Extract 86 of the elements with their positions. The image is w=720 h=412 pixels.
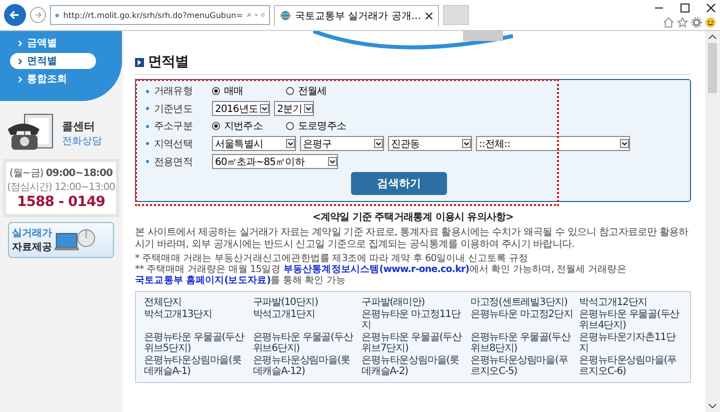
complex-link[interactable]: 은평뉴타운 우물골(두산위브4단지) bbox=[579, 309, 682, 331]
complex-link[interactable]: 은평뉴타운상림마을(푸르지오C-6) bbox=[579, 355, 682, 377]
close-icon[interactable] bbox=[706, 2, 716, 12]
dropdown-arrow-icon[interactable] bbox=[374, 139, 383, 148]
bullet-icon bbox=[146, 107, 149, 110]
browser-tab[interactable]: 국토교통부 실거래가 공개... bbox=[274, 4, 439, 26]
forward-arrow-icon bbox=[33, 10, 43, 20]
complex-link[interactable]: 은평뉴타운상림마을(푸르지오C-5) bbox=[470, 355, 574, 377]
complex-link[interactable]: 은평뉴타운 우물골(두산위브8단지) bbox=[470, 332, 574, 354]
data-download-banner[interactable]: 실거래가 자료제공 bbox=[8, 222, 114, 258]
form-label: 거래유형 bbox=[154, 85, 192, 98]
back-button[interactable] bbox=[4, 4, 26, 26]
notice-paragraph: 본 사이트에서 제공하는 실거래가 자료는 계약일 기준 자료로, 통계자료 활용시에는 수치가 왜곡될 수 있으니 참고자료로만 활용하시기 바라며, 외부 공개시에는 반드시 신고일 기준으로 집계되는 공식통계를 이용하여 주시기 바랍니다. bbox=[135, 227, 690, 251]
scrollbar-thumb[interactable] bbox=[708, 43, 717, 93]
complex-link[interactable]: 은평뉴타운상림마을(롯데캐슬A-12) bbox=[252, 355, 356, 377]
bullet-icon bbox=[146, 160, 149, 163]
title-bullet-icon bbox=[135, 58, 144, 66]
complex-link[interactable]: 은평뉴타운상림마을(롯데캐슬A-1) bbox=[144, 355, 247, 377]
chevron-icon bbox=[18, 58, 23, 64]
complex-link[interactable]: 박석고개1단지 bbox=[252, 309, 356, 331]
complex-link[interactable]: 은평뉴타운 우물골(두산위브6단지) bbox=[252, 332, 356, 354]
radio-label: 매매 bbox=[224, 85, 244, 98]
dropdown-select[interactable]: 서울특별시 bbox=[212, 136, 296, 151]
notice-note: * 주택매매 거래는 부동산거래신고에관한법률 제3조에 따라 계약 후 60일이내 신고토록 규정 bbox=[135, 253, 530, 264]
dropdown-arrow-icon[interactable] bbox=[260, 104, 270, 113]
chevron-icon bbox=[18, 76, 23, 82]
call-center-title: 콜센터 bbox=[62, 118, 96, 134]
search-button[interactable]: 검색하기 bbox=[351, 172, 447, 195]
dropdown-arrow-icon[interactable] bbox=[304, 104, 314, 113]
dropdown-select[interactable]: 2016년도 bbox=[212, 101, 270, 116]
close-tab-icon[interactable] bbox=[424, 12, 433, 20]
form-label: 지역선택 bbox=[154, 138, 192, 150]
phone-number: 1588 - 0149 bbox=[17, 194, 105, 210]
dropdown-select[interactable]: 은평구 bbox=[300, 136, 384, 151]
complex-link[interactable]: 은평뉴타운기자촌11단지 bbox=[579, 332, 682, 354]
radio-button[interactable] bbox=[212, 122, 220, 130]
complex-link[interactable]: 박석고개13단지 bbox=[144, 309, 247, 331]
scroll-down-icon[interactable] bbox=[708, 403, 717, 409]
complex-link[interactable]: 마고정(센트레빌3단지) bbox=[470, 297, 574, 308]
page-title: 면적별 bbox=[148, 53, 189, 71]
bullet-icon bbox=[146, 124, 149, 128]
dropdown-select[interactable]: 60㎡초과~85㎡이하 bbox=[212, 154, 338, 169]
notice-link[interactable]: 국토교통부 홈페이지(보도자료) bbox=[135, 275, 271, 286]
form-label: 주소구분 bbox=[154, 120, 192, 133]
page-icon bbox=[280, 10, 291, 21]
scrollbar[interactable] bbox=[705, 31, 720, 412]
complex-link[interactable]: 은평뉴타운상림마을(롯데캐슬A-2) bbox=[362, 355, 464, 377]
maximize-icon[interactable] bbox=[680, 2, 690, 12]
complex-link[interactable]: 은평뉴타운 우물골(두산위브7단지) bbox=[362, 332, 464, 354]
complex-link[interactable]: 구파발(10단지) bbox=[252, 297, 356, 308]
sidebar-menu-item[interactable]: 면적별 bbox=[10, 53, 96, 69]
dropdown-arrow-icon[interactable] bbox=[620, 139, 629, 148]
form-label: 기준년도 bbox=[154, 102, 192, 116]
notice-note: ** 주택매매 거래량은 매월 15일경 부동산통계정보시스템(www.r-one.co.kr)에서 확인 가능하며, 전월세 거래량은 국토교통부 홈페이지(보도자료)를 통해 확인 가능 bbox=[135, 264, 628, 286]
radio-label: 지번주소 bbox=[224, 120, 262, 133]
chevron-icon bbox=[18, 40, 23, 46]
radio-label: 도로명주소 bbox=[298, 120, 346, 133]
bullet-icon bbox=[146, 142, 149, 145]
home-icon[interactable] bbox=[663, 16, 674, 28]
bullet-icon bbox=[146, 90, 149, 92]
star-icon[interactable] bbox=[677, 16, 688, 28]
dropdown-arrow-icon[interactable] bbox=[328, 157, 337, 166]
complex-link[interactable]: 은평뉴타운 마고정2단지 bbox=[470, 309, 574, 331]
notice-link[interactable]: 부동산통계정보시스템(www.r-one.co.kr) bbox=[283, 264, 470, 275]
form-label: 전용면적 bbox=[154, 156, 192, 168]
business-hours: (월~금) 09:00~18:00 bbox=[10, 167, 112, 180]
address-bar[interactable]: http://rt.molit.go.kr/srh/srh.do?menuGubun= bbox=[50, 5, 270, 25]
complex-link[interactable]: 은평뉴타운 마고정11단지 bbox=[362, 309, 464, 331]
notice-title: <계약일 기준 주택거래통계 이용시 유의사항> bbox=[311, 211, 515, 224]
radio-button[interactable] bbox=[286, 87, 294, 95]
complex-link[interactable]: 박석고개12단지 bbox=[579, 297, 682, 308]
scroll-up-icon[interactable] bbox=[708, 34, 717, 40]
dropdown-arrow-icon[interactable] bbox=[286, 139, 295, 148]
radio-button[interactable] bbox=[286, 122, 294, 130]
smiley-icon[interactable] bbox=[705, 16, 716, 28]
dropdown-select[interactable]: 2분기 bbox=[274, 101, 314, 116]
dropdown-select[interactable]: ::전체:: bbox=[476, 136, 630, 151]
call-center-subtitle: 전화상담 bbox=[62, 134, 102, 148]
complex-link[interactable]: 전체단지 bbox=[144, 297, 247, 308]
dropdown-arrow-icon[interactable] bbox=[462, 139, 471, 148]
radio-button[interactable] bbox=[212, 87, 220, 95]
radio-label: 전월세 bbox=[298, 85, 327, 98]
complex-link[interactable]: 은평뉴타운 우물골(두산위브5단지) bbox=[144, 332, 247, 354]
complex-link[interactable]: 구파발(래미안) bbox=[362, 297, 464, 308]
lunch-hours: (점심시간) 12:00~13:00 bbox=[7, 181, 115, 194]
dropdown-select[interactable]: 진관동 bbox=[388, 136, 472, 151]
